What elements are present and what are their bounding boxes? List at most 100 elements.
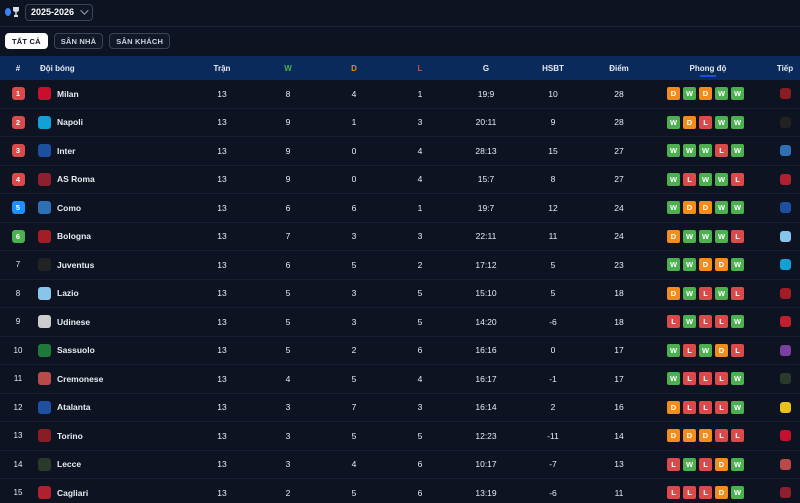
form-result-badge[interactable]: L bbox=[699, 286, 712, 300]
team-cell[interactable]: Cremonese bbox=[36, 372, 186, 386]
form-result-badge[interactable]: W bbox=[731, 115, 744, 129]
form-result-badge[interactable]: L bbox=[683, 400, 696, 414]
table-row[interactable]: 4 AS Roma 13 9 0 4 15:7 8 27 W L W W L bbox=[0, 166, 800, 194]
next-opponent-crest-icon[interactable] bbox=[778, 400, 792, 414]
form-result-badge[interactable]: W bbox=[715, 229, 728, 243]
form-result-badge[interactable]: D bbox=[683, 115, 696, 129]
tab-all[interactable]: TẤT CẢ bbox=[5, 33, 48, 49]
team-cell[interactable]: Milan bbox=[36, 87, 186, 101]
form-result-badge[interactable]: W bbox=[715, 286, 728, 300]
form-result-badge[interactable]: W bbox=[715, 87, 728, 101]
form-result-badge[interactable]: L bbox=[731, 286, 744, 300]
form-result-badge[interactable]: L bbox=[683, 343, 696, 357]
form-result-badge[interactable]: W bbox=[731, 486, 744, 500]
form-result-badge[interactable]: W bbox=[683, 286, 696, 300]
form-result-badge[interactable]: L bbox=[683, 486, 696, 500]
next-opponent-crest-icon[interactable] bbox=[778, 286, 792, 300]
form-result-badge[interactable]: L bbox=[731, 172, 744, 186]
form-result-badge[interactable]: W bbox=[731, 400, 744, 414]
form-result-badge[interactable]: W bbox=[683, 229, 696, 243]
form-result-badge[interactable]: W bbox=[683, 457, 696, 471]
form-result-badge[interactable]: D bbox=[699, 87, 712, 101]
season-selector[interactable]: 2025-2026 bbox=[25, 3, 94, 21]
form-result-badge[interactable]: W bbox=[715, 201, 728, 215]
form-result-badge[interactable]: W bbox=[731, 201, 744, 215]
form-result-badge[interactable]: L bbox=[699, 115, 712, 129]
table-row[interactable]: 10 Sassuolo 13 5 2 6 16:16 0 17 W L W D L bbox=[0, 337, 800, 365]
next-opponent-crest-icon[interactable] bbox=[778, 315, 792, 329]
table-row[interactable]: 6 Bologna 13 7 3 3 22:11 11 24 D W W W L bbox=[0, 223, 800, 251]
table-row[interactable]: 1 Milan 13 8 4 1 19:9 10 28 D W D W W bbox=[0, 80, 800, 109]
table-row[interactable]: 14 Lecce 13 3 4 6 10:17 -7 13 L W L D W bbox=[0, 451, 800, 479]
form-result-badge[interactable]: W bbox=[683, 258, 696, 272]
form-result-badge[interactable]: D bbox=[699, 201, 712, 215]
tab-away[interactable]: SÂN KHÁCH bbox=[109, 33, 171, 49]
form-result-badge[interactable]: D bbox=[667, 229, 680, 243]
form-result-badge[interactable]: W bbox=[667, 172, 680, 186]
form-result-badge[interactable]: L bbox=[699, 315, 712, 329]
form-result-badge[interactable]: L bbox=[667, 315, 680, 329]
form-result-badge[interactable]: D bbox=[699, 429, 712, 443]
next-opponent-crest-icon[interactable] bbox=[778, 229, 792, 243]
form-result-badge[interactable]: W bbox=[731, 315, 744, 329]
form-result-badge[interactable]: L bbox=[683, 172, 696, 186]
table-row[interactable]: 15 Cagliari 13 2 5 6 13:19 -6 11 L L L D W bbox=[0, 479, 800, 503]
form-result-badge[interactable]: W bbox=[667, 144, 680, 158]
form-result-badge[interactable]: D bbox=[667, 400, 680, 414]
next-opponent-crest-icon[interactable] bbox=[778, 457, 792, 471]
team-cell[interactable]: Napoli bbox=[36, 115, 186, 129]
form-result-badge[interactable]: L bbox=[715, 372, 728, 386]
team-cell[interactable]: Lecce bbox=[36, 457, 186, 471]
form-result-badge[interactable]: D bbox=[667, 87, 680, 101]
form-result-badge[interactable]: W bbox=[683, 315, 696, 329]
form-result-badge[interactable]: D bbox=[715, 486, 728, 500]
team-cell[interactable]: Lazio bbox=[36, 286, 186, 300]
team-cell[interactable]: Udinese bbox=[36, 315, 186, 329]
form-result-badge[interactable]: W bbox=[699, 144, 712, 158]
form-result-badge[interactable]: W bbox=[667, 258, 680, 272]
team-cell[interactable]: Atalanta bbox=[36, 400, 186, 414]
next-opponent-crest-icon[interactable] bbox=[778, 201, 792, 215]
team-cell[interactable]: Juventus bbox=[36, 258, 186, 272]
form-result-badge[interactable]: W bbox=[683, 144, 696, 158]
form-result-badge[interactable]: L bbox=[667, 457, 680, 471]
table-row[interactable]: 9 Udinese 13 5 3 5 14:20 -6 18 L W L L W bbox=[0, 308, 800, 337]
form-result-badge[interactable]: L bbox=[715, 315, 728, 329]
form-result-badge[interactable]: W bbox=[699, 229, 712, 243]
team-cell[interactable]: Bologna bbox=[36, 229, 186, 243]
form-result-badge[interactable]: L bbox=[731, 229, 744, 243]
form-result-badge[interactable]: L bbox=[699, 486, 712, 500]
form-result-badge[interactable]: L bbox=[731, 343, 744, 357]
table-row[interactable]: 7 Juventus 13 6 5 2 17:12 5 23 W W D D W bbox=[0, 251, 800, 280]
form-result-badge[interactable]: L bbox=[683, 372, 696, 386]
form-result-badge[interactable]: D bbox=[715, 343, 728, 357]
next-opponent-crest-icon[interactable] bbox=[778, 486, 792, 500]
form-result-badge[interactable]: W bbox=[699, 172, 712, 186]
next-opponent-crest-icon[interactable] bbox=[778, 258, 792, 272]
form-result-badge[interactable]: L bbox=[731, 429, 744, 443]
table-row[interactable]: 5 Como 13 6 6 1 19:7 12 24 W D D W W bbox=[0, 194, 800, 223]
form-result-badge[interactable]: W bbox=[731, 258, 744, 272]
next-opponent-crest-icon[interactable] bbox=[778, 115, 792, 129]
form-result-badge[interactable]: W bbox=[699, 343, 712, 357]
form-result-badge[interactable]: L bbox=[699, 400, 712, 414]
form-result-badge[interactable]: D bbox=[699, 258, 712, 272]
form-result-badge[interactable]: L bbox=[715, 429, 728, 443]
next-opponent-crest-icon[interactable] bbox=[778, 343, 792, 357]
team-cell[interactable]: Inter bbox=[36, 144, 186, 158]
form-result-badge[interactable]: W bbox=[683, 87, 696, 101]
tab-home[interactable]: SÂN NHÀ bbox=[53, 33, 104, 49]
form-result-badge[interactable]: L bbox=[715, 144, 728, 158]
table-row[interactable]: 12 Atalanta 13 3 7 3 16:14 2 16 D L L L W bbox=[0, 394, 800, 422]
table-row[interactable]: 8 Lazio 13 5 3 5 15:10 5 18 D W L W L bbox=[0, 280, 800, 308]
form-result-badge[interactable]: D bbox=[715, 258, 728, 272]
form-result-badge[interactable]: W bbox=[731, 372, 744, 386]
form-result-badge[interactable]: W bbox=[667, 115, 680, 129]
form-result-badge[interactable]: W bbox=[731, 87, 744, 101]
form-result-badge[interactable]: W bbox=[667, 372, 680, 386]
form-result-badge[interactable]: W bbox=[731, 144, 744, 158]
form-result-badge[interactable]: W bbox=[667, 201, 680, 215]
form-result-badge[interactable]: D bbox=[683, 201, 696, 215]
table-row[interactable]: 11 Cremonese 13 4 5 4 16:17 -1 17 W L L L W bbox=[0, 365, 800, 394]
next-opponent-crest-icon[interactable] bbox=[778, 144, 792, 158]
